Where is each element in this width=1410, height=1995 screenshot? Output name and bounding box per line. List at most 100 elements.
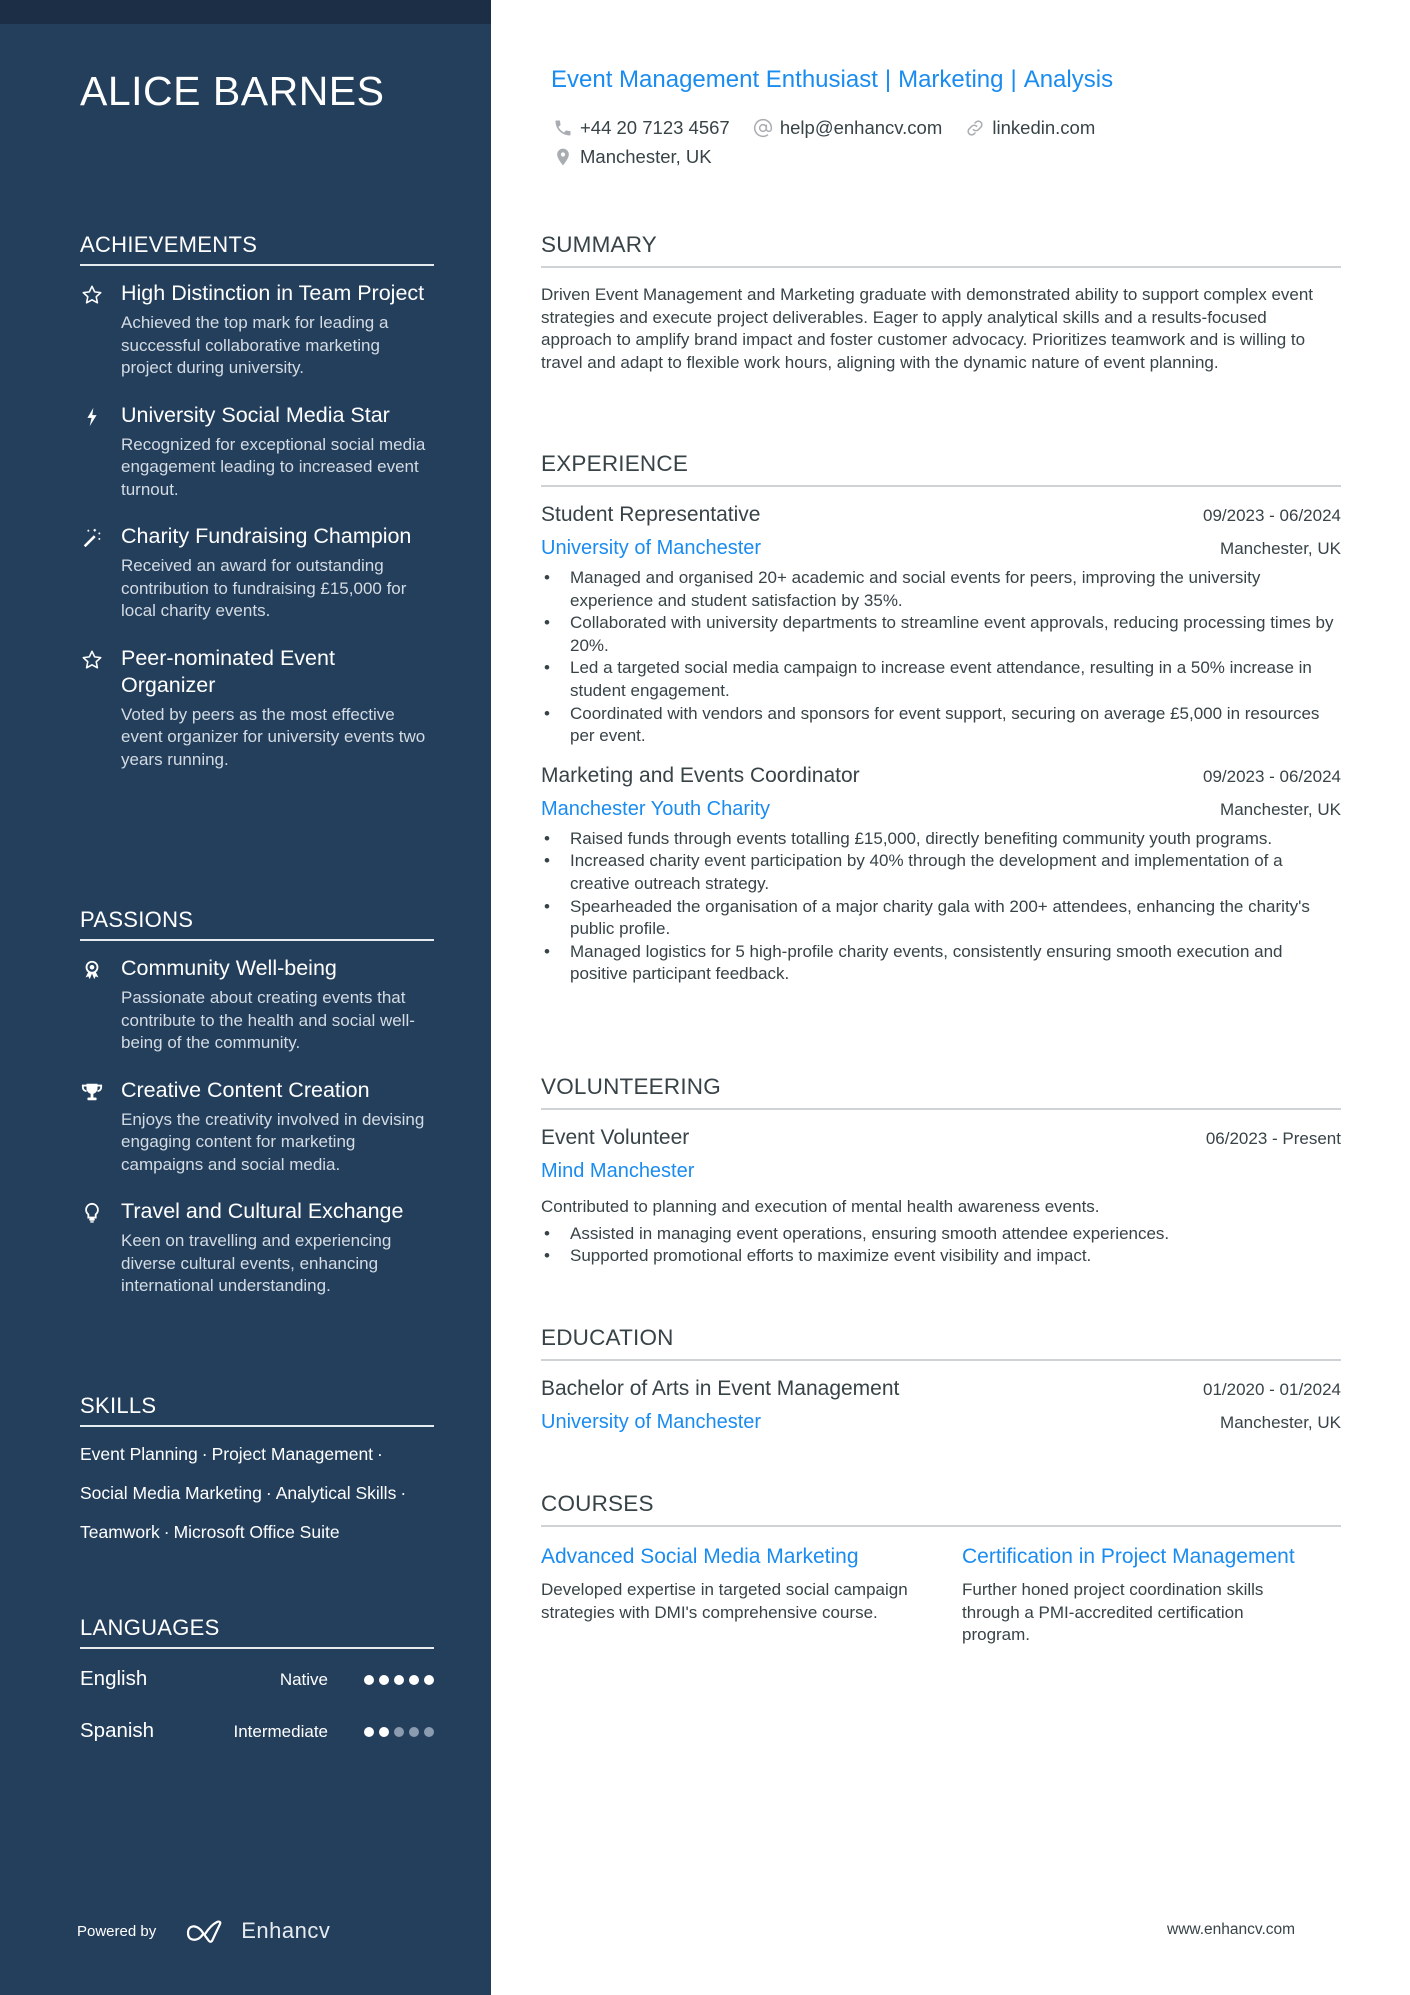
experience-entry: Marketing and Events Coordinator 09/2023… bbox=[541, 764, 1341, 986]
school-name[interactable]: University of Manchester bbox=[541, 1411, 761, 1434]
skill-tag: Teamwork bbox=[80, 1522, 160, 1542]
education-dates: 01/2020 - 01/2024 bbox=[1202, 1380, 1341, 1399]
separator-dot: · bbox=[163, 1522, 170, 1542]
language-row: English Native bbox=[80, 1663, 434, 1715]
separator-bar: | bbox=[884, 66, 892, 93]
course-title[interactable]: Advanced Social Media Marketing bbox=[541, 1543, 962, 1570]
section-divider bbox=[541, 266, 1341, 268]
course-title[interactable]: Certification in Project Management bbox=[962, 1543, 1341, 1570]
language-level: Native bbox=[279, 1670, 328, 1689]
section-title: LANGUAGES bbox=[80, 1615, 220, 1640]
bullet-list: Managed and organised 20+ academic and s… bbox=[541, 567, 1341, 748]
rating-dot-filled bbox=[364, 1727, 374, 1737]
bullet-list: Raised funds through events totalling £1… bbox=[541, 828, 1341, 986]
link-text: linkedin.com bbox=[992, 117, 1096, 138]
passion-description: Enjoys the creativity involved in devisi… bbox=[121, 1109, 425, 1174]
achievement-item: Charity Fundraising Champion Received an… bbox=[80, 523, 434, 623]
lightning-bolt-icon bbox=[80, 405, 104, 429]
achievement-title: University Social Media Star bbox=[121, 402, 390, 427]
lightbulb-icon bbox=[80, 1201, 104, 1225]
achievement-title: High Distinction in Team Project bbox=[121, 281, 425, 305]
job-location: Manchester, UK bbox=[1220, 799, 1341, 819]
powered-by-label: Powered by bbox=[77, 1922, 157, 1940]
language-level: Intermediate bbox=[233, 1722, 329, 1741]
bullet-item: Led a targeted social media campaign to … bbox=[541, 657, 1341, 702]
language-name: English bbox=[80, 1667, 148, 1690]
magic-wand-icon bbox=[80, 526, 104, 550]
enhancv-logo[interactable]: Enhancv bbox=[183, 1918, 330, 1944]
skill-tag: Social Media Marketing bbox=[80, 1483, 262, 1503]
headline-part: Analysis bbox=[1023, 66, 1114, 93]
achievement-title: Peer-nominated Event Organizer bbox=[121, 645, 335, 697]
separator-dot: · bbox=[265, 1483, 272, 1503]
candidate-name: ALICE BARNES bbox=[80, 68, 385, 114]
course-item: Certification in Project Management Furt… bbox=[962, 1543, 1341, 1647]
passion-item: Creative Content Creation Enjoys the cre… bbox=[80, 1077, 434, 1177]
course-item: Advanced Social Media Marketing Develope… bbox=[541, 1543, 962, 1647]
passion-title: Creative Content Creation bbox=[121, 1077, 370, 1102]
summary-section: SUMMARY Driven Event Management and Mark… bbox=[541, 232, 1341, 374]
at-sign-icon bbox=[753, 118, 772, 138]
bullet-item: Supported promotional efforts to maximiz… bbox=[541, 1245, 1341, 1268]
volunteering-entry: Event Volunteer 06/2023 - Present Mind M… bbox=[541, 1126, 1341, 1268]
sidebar-top-bar bbox=[0, 0, 491, 24]
rating-dot-filled bbox=[409, 1675, 419, 1685]
job-title: Marketing and Events Coordinator bbox=[541, 763, 860, 787]
achievement-item: Peer-nominated Event Organizer Voted by … bbox=[80, 645, 434, 772]
course-description: Further honed project coordination skill… bbox=[962, 1580, 1264, 1645]
contact-email[interactable]: help@enhancv.com bbox=[753, 114, 942, 142]
section-divider bbox=[541, 1525, 1341, 1527]
bullet-item: Assisted in managing event operations, e… bbox=[541, 1223, 1341, 1246]
section-title: SUMMARY bbox=[541, 232, 657, 257]
rating-dot-filled bbox=[379, 1675, 389, 1685]
job-location: Manchester, UK bbox=[1220, 539, 1341, 558]
achievement-item: High Distinction in Team Project Achieve… bbox=[80, 280, 434, 380]
footer-url[interactable]: www.enhancv.com bbox=[1167, 1921, 1295, 1939]
section-title: EDUCATION bbox=[541, 1325, 674, 1350]
job-title: Student Representative bbox=[541, 503, 761, 526]
contact-phone[interactable]: +44 20 7123 4567 bbox=[553, 114, 730, 142]
company-name[interactable]: University of Manchester bbox=[541, 537, 761, 560]
summary-text: Driven Event Management and Marketing gr… bbox=[541, 285, 1314, 372]
award-ribbon-icon bbox=[80, 958, 104, 982]
language-rating bbox=[364, 1727, 434, 1737]
bullet-item: Spearheaded the organisation of a major … bbox=[541, 896, 1341, 941]
email-text: help@enhancv.com bbox=[779, 117, 943, 138]
rating-dot-empty bbox=[424, 1727, 434, 1737]
bullet-item: Increased charity event participation by… bbox=[541, 850, 1341, 895]
bullet-item: Raised funds through events totalling £1… bbox=[541, 828, 1341, 851]
phone-text: +44 20 7123 4567 bbox=[580, 117, 730, 138]
section-divider bbox=[80, 939, 434, 941]
job-dates: 09/2023 - 06/2024 bbox=[1202, 766, 1341, 786]
contact-link[interactable]: linkedin.com bbox=[965, 114, 1095, 142]
section-divider bbox=[80, 1425, 434, 1427]
rating-dot-empty bbox=[394, 1727, 404, 1737]
skill-tag: Event Planning bbox=[80, 1444, 198, 1464]
experience-section: EXPERIENCE Student Representative 09/202… bbox=[541, 451, 1341, 1002]
language-name: Spanish bbox=[80, 1719, 155, 1742]
volunteer-summary: Contributed to planning and execution of… bbox=[541, 1197, 1100, 1216]
contact-location: Manchester, UK bbox=[553, 143, 712, 171]
separator-dot: · bbox=[400, 1483, 407, 1503]
organization-name[interactable]: Mind Manchester bbox=[541, 1160, 694, 1183]
achievement-title: Charity Fundraising Champion bbox=[121, 524, 412, 548]
section-divider bbox=[541, 485, 1341, 487]
section-title: COURSES bbox=[541, 1491, 654, 1516]
sidebar: ALICE BARNES ACHIEVEMENTS High Distincti… bbox=[0, 0, 491, 1995]
rating-dot-filled bbox=[364, 1675, 374, 1685]
skill-tag: Microsoft Office Suite bbox=[173, 1522, 340, 1542]
location-pin-icon bbox=[557, 148, 569, 166]
separator-dot: · bbox=[377, 1444, 383, 1464]
languages-section: LANGUAGES English Native Spanish Interme… bbox=[80, 1615, 434, 1767]
section-title: EXPERIENCE bbox=[541, 451, 689, 476]
company-name[interactable]: Manchester Youth Charity bbox=[541, 798, 770, 821]
rating-dot-filled bbox=[394, 1675, 404, 1685]
location-text: Manchester, UK bbox=[580, 146, 712, 167]
volunteer-role: Event Volunteer bbox=[541, 1126, 690, 1149]
achievement-item: University Social Media Star Recognized … bbox=[80, 402, 434, 502]
volunteering-section: VOLUNTEERING Event Volunteer 06/2023 - P… bbox=[541, 1074, 1341, 1284]
star-icon bbox=[80, 283, 104, 307]
section-title: VOLUNTEERING bbox=[541, 1074, 721, 1099]
headline-part: Event Management Enthusiast bbox=[551, 66, 878, 93]
section-divider bbox=[541, 1359, 1341, 1361]
